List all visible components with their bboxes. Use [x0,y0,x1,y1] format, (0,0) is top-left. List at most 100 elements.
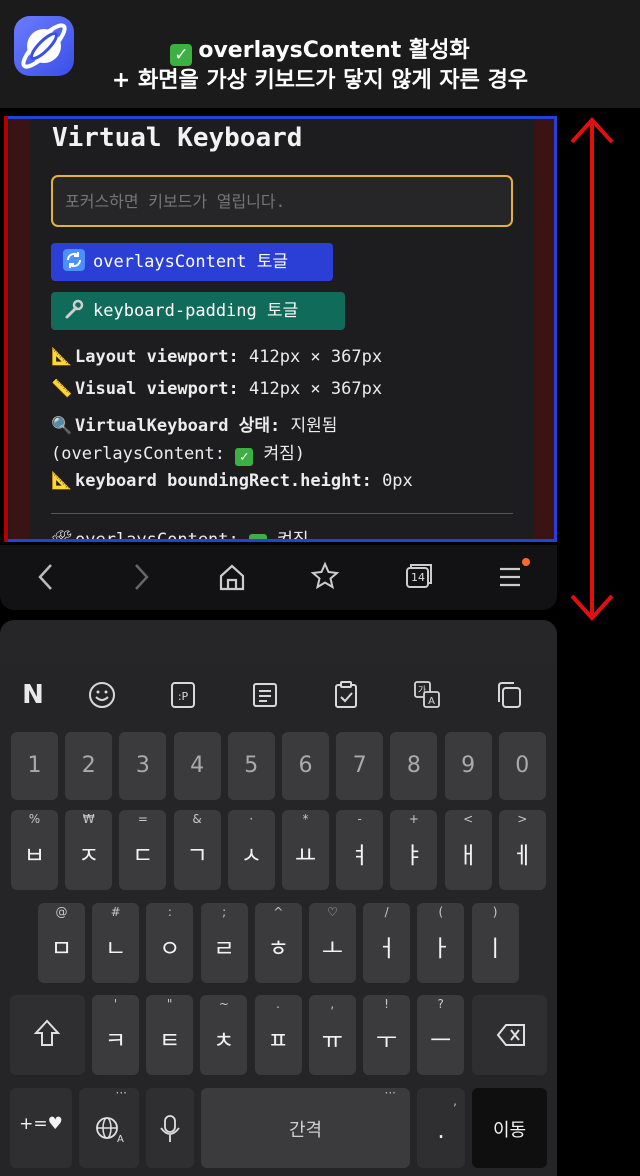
key-label: ㅁ [50,936,73,962]
back-icon[interactable] [26,559,66,595]
number-key[interactable]: 1 [11,732,58,800]
check-icon: ✓ [235,448,254,466]
overlays-content-toggle-button[interactable]: overlaysContent 토글 [51,243,333,281]
symbols-key-label: +=♥ [19,1114,63,1134]
key-label: ㅛ [294,843,317,869]
key-hint: ^ [273,905,284,919]
overlays-content-state-value: 켜짐) [263,444,306,464]
letter-key[interactable]: @ ㅁ [38,903,85,983]
key-label: ㅠ [321,1028,343,1054]
overlays-content-status-row: 🛠overlaysContent: ✓ 켜짐 [51,525,309,539]
letter-key[interactable]: # ㄴ [92,903,140,983]
browser-viewport: Virtual Keyboard overlaysContent 토글 keyb… [4,116,557,542]
notes-icon[interactable] [248,678,282,712]
keyboard-height-label: keyboard boundingRect.height: [75,471,372,491]
letter-key[interactable]: < ㅐ [444,810,492,890]
key-hint: , [330,997,335,1011]
letter-key[interactable]: ' ㅋ [92,995,139,1075]
letter-key[interactable]: " ㅌ [146,995,194,1075]
voice-input-key[interactable] [146,1088,194,1168]
bookmark-star-icon[interactable] [305,559,345,595]
shift-key[interactable] [10,995,85,1075]
key-hint: = [137,812,148,826]
translate-icon[interactable]: 가A [410,678,444,712]
letter-key[interactable]: · ㅅ [227,810,275,890]
number-key[interactable]: 6 [282,732,329,800]
key-hint: : [167,905,172,919]
letter-key[interactable]: > ㅔ [498,810,546,890]
key-hint: * [302,812,309,826]
letter-key[interactable]: / ㅓ [363,903,411,983]
overlays-content-state-row: (overlaysContent: ✓ 켜짐) [51,439,305,466]
letter-key[interactable]: + ㅑ [390,810,438,890]
clipboard-icon[interactable] [329,678,363,712]
letter-key[interactable]: ₩ ㅈ [65,810,113,890]
number-key[interactable]: 2 [65,732,113,800]
letter-key[interactable]: ^ ㅎ [254,903,302,983]
key-label: ㅑ [403,843,425,869]
number-key[interactable]: 3 [119,732,167,800]
left-margin [10,119,30,539]
letter-key[interactable]: ~ ㅊ [200,995,248,1075]
symbols-key[interactable]: +=♥ [10,1088,72,1168]
page-content: Virtual Keyboard overlaysContent 토글 keyb… [30,119,516,539]
letter-key[interactable]: = ㄷ [119,810,167,890]
key-label: 5 [244,753,259,778]
visual-viewport-row: 📏 Visual viewport: 412px × 367px [51,379,382,399]
number-key[interactable]: 9 [444,732,492,800]
wrench-icon [63,292,85,330]
letter-key[interactable]: :ㅇ [146,903,194,983]
space-key-label: 간격 [288,1120,323,1141]
key-label: 9 [461,753,476,778]
backspace-key[interactable] [472,995,547,1075]
key-label: ㅇ [159,936,181,962]
letter-key[interactable]: (ㅏ [417,903,465,983]
key-label: 8 [406,753,421,778]
number-key[interactable]: 0 [498,732,546,800]
period-key[interactable]: , . [417,1088,465,1168]
letter-key[interactable]: ? ㅡ [417,995,465,1075]
copy-icon[interactable] [492,678,526,712]
magnifier-icon: 🔍 [51,416,73,436]
key-label: 6 [298,753,313,778]
svg-text:가: 가 [418,685,426,696]
svg-text:A: A [117,1134,124,1145]
key-hint: / [384,905,389,919]
naver-logo-icon[interactable]: N [16,678,50,712]
enter-key[interactable]: 이동 [472,1088,547,1168]
keyboard-padding-toggle-button[interactable]: keyboard-padding 토글 [51,292,345,330]
emoticon-text-icon[interactable]: :P [166,678,200,712]
key-label: ㅂ [23,843,46,869]
letter-key[interactable]: -ㅕ [336,810,384,890]
number-key[interactable]: 4 [173,732,221,800]
key-hint: ; [222,905,227,919]
letter-key[interactable]: ; ㄹ [200,903,248,983]
letter-key[interactable]: ) ㅣ [471,903,519,983]
number-key[interactable]: 8 [390,732,438,800]
virtual-keyboard-status-row: 🔍 VirtualKeyboard 상태: 지원됨 [51,411,337,436]
letter-key[interactable]: ! ㅜ [363,995,410,1075]
number-key[interactable]: 5 [227,732,275,800]
home-icon[interactable] [212,559,252,595]
key-label: ㅐ [457,843,479,869]
triangle-ruler-icon: 📐 [51,347,73,367]
key-label: ㅡ [430,1028,452,1054]
letter-key[interactable]: % ㅂ [11,810,58,890]
forward-icon[interactable] [122,559,162,595]
key-hint: ♡ [327,905,338,919]
tabs-icon[interactable]: 14 [398,559,438,595]
language-key[interactable]: ··· A [79,1086,139,1168]
letter-key[interactable]: .ㅍ [254,995,302,1075]
key-label: ㅌ [159,1028,181,1054]
key-label: ㅋ [104,1028,127,1054]
number-key[interactable]: 7 [336,732,384,800]
emoji-icon[interactable] [85,678,119,712]
visual-viewport-label: Visual viewport: [75,379,239,399]
letter-key[interactable]: * ㅛ [282,810,329,890]
letter-key[interactable]: ♡ ㅗ [309,903,356,983]
space-key[interactable]: ··· 간격 [201,1086,410,1168]
letter-key[interactable]: & ㄱ [173,810,221,890]
keyboard-test-input[interactable] [51,175,513,227]
key-hint: . [276,997,280,1011]
letter-key[interactable]: ,ㅠ [308,995,356,1075]
